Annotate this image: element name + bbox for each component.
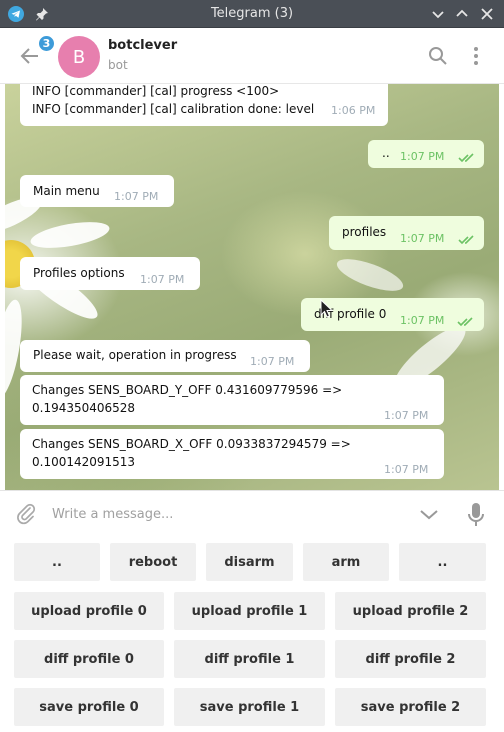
message-time: 1:06 PM: [331, 104, 376, 117]
message-history[interactable]: INFO [commander] [cal] progress <100> IN…: [5, 84, 499, 490]
bot-key-save-profile-0[interactable]: save profile 0: [14, 688, 164, 726]
bot-key-diff-profile-2[interactable]: diff profile 2: [335, 640, 486, 678]
message-input[interactable]: [52, 501, 392, 527]
message-time: 1:07 PM: [400, 314, 445, 327]
message-time: 1:07 PM: [114, 190, 159, 203]
unread-count-badge: 3: [37, 34, 56, 53]
message-text: profiles: [342, 225, 387, 239]
bot-key-save-profile-2[interactable]: save profile 2: [335, 688, 486, 726]
message-composer: [0, 490, 504, 536]
bot-key-diff-profile-1[interactable]: diff profile 1: [174, 640, 325, 678]
chat-name[interactable]: botclever: [108, 38, 177, 53]
bot-key-diff-profile-0[interactable]: diff profile 0: [14, 640, 164, 678]
message-incoming[interactable]: INFO [commander] [cal] progress <100> IN…: [20, 84, 388, 126]
chat-header: 3 B botclever bot: [0, 28, 504, 84]
more-options-icon[interactable]: [464, 44, 488, 68]
message-outgoing[interactable]: .. 1:07 PM: [368, 140, 484, 168]
bot-key-disarm[interactable]: disarm: [206, 543, 293, 581]
collapse-window-icon[interactable]: [428, 4, 448, 24]
bot-keyboard: .. reboot disarm arm .. upload profile 0…: [0, 536, 504, 732]
bot-key-upload-profile-0[interactable]: upload profile 0: [14, 592, 164, 630]
maximize-window-icon[interactable]: [452, 4, 472, 24]
mouse-cursor-icon: [320, 298, 334, 319]
bot-key-upload-profile-1[interactable]: upload profile 1: [174, 592, 325, 630]
message-text-line: Changes SENS_BOARD_Y_OFF 0.431609779596 …: [32, 383, 343, 397]
bot-key-more[interactable]: ..: [399, 543, 486, 581]
bot-key-upload-profile-2[interactable]: upload profile 2: [335, 592, 486, 630]
message-time: 1:07 PM: [400, 150, 445, 163]
message-incoming[interactable]: Profiles options 1:07 PM: [20, 257, 200, 290]
message-incoming[interactable]: Changes SENS_BOARD_Y_OFF 0.431609779596 …: [20, 375, 444, 425]
message-time: 1:07 PM: [400, 232, 445, 245]
avatar[interactable]: B: [58, 36, 100, 78]
chevron-down-icon[interactable]: [417, 503, 441, 527]
message-time: 1:07 PM: [384, 463, 429, 476]
message-incoming[interactable]: Changes SENS_BOARD_X_OFF 0.0933837294579…: [20, 429, 444, 479]
chat-status: bot: [108, 58, 128, 72]
message-incoming[interactable]: Please wait, operation in progress 1:07 …: [20, 340, 310, 372]
window-titlebar: Telegram (3): [0, 0, 504, 28]
wallpaper-petal: [333, 252, 407, 298]
close-window-icon[interactable]: [477, 4, 497, 24]
message-outgoing[interactable]: profiles 1:07 PM: [329, 216, 484, 250]
message-time: 1:07 PM: [140, 273, 185, 286]
message-text: Please wait, operation in progress: [33, 348, 237, 362]
bot-key-back[interactable]: ..: [14, 543, 100, 581]
message-text: Main menu: [33, 184, 100, 198]
bot-key-reboot[interactable]: reboot: [110, 543, 196, 581]
search-icon[interactable]: [426, 44, 450, 68]
message-time: 1:07 PM: [250, 355, 295, 368]
read-checkmarks-icon: [458, 150, 476, 163]
wallpaper-petal: [28, 217, 112, 253]
bot-key-arm[interactable]: arm: [303, 543, 389, 581]
read-checkmarks-icon: [457, 314, 475, 327]
paperclip-icon[interactable]: [14, 502, 38, 526]
microphone-icon[interactable]: [464, 501, 488, 529]
message-text: ..: [382, 146, 390, 160]
message-text: Profiles options: [33, 266, 125, 280]
message-time: 1:07 PM: [384, 409, 429, 422]
message-text-line: 0.100142091513: [32, 455, 136, 469]
bot-key-save-profile-1[interactable]: save profile 1: [174, 688, 325, 726]
message-text-line: 0.194350406528: [32, 401, 136, 415]
message-text-line: INFO [commander] [cal] progress <100>: [32, 84, 280, 98]
read-checkmarks-icon: [458, 232, 476, 245]
message-incoming[interactable]: Main menu 1:07 PM: [20, 175, 174, 207]
message-text-line: INFO [commander] [cal] calibration done:…: [32, 102, 315, 116]
message-text-line: Changes SENS_BOARD_X_OFF 0.0933837294579…: [32, 437, 351, 451]
